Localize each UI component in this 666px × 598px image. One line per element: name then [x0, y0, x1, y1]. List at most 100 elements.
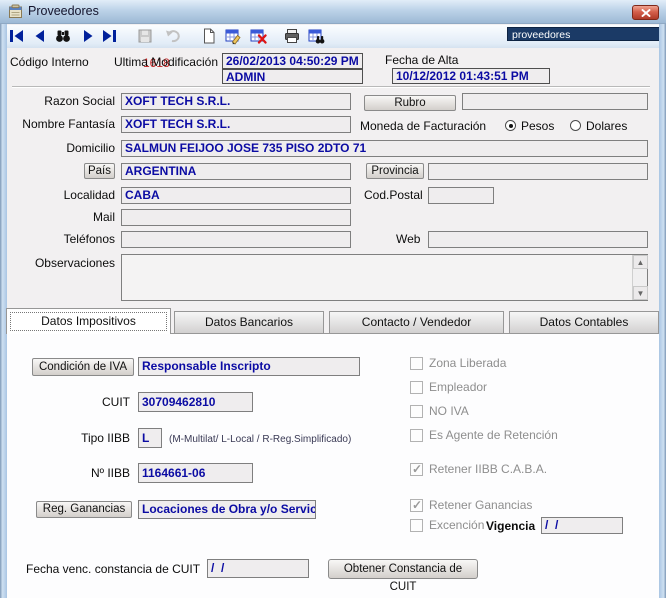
checkbox-label: Es Agente de Retención — [429, 428, 558, 442]
checkbox-agente-retencion[interactable]: Es Agente de Retención — [410, 428, 558, 442]
fecha-alta-value: 10/12/2012 01:43:51 PM — [392, 68, 550, 84]
scroll-down-icon[interactable]: ▼ — [633, 286, 648, 300]
vigencia-field[interactable]: / / — [541, 517, 623, 534]
ultima-modificacion-fecha: 26/02/2013 04:50:29 PM — [222, 53, 363, 69]
pais-field[interactable]: ARGENTINA — [121, 163, 351, 180]
tipo-iibb-label: Tipo IIBB — [20, 430, 130, 447]
checkbox-retener-ganancias[interactable]: Retener Ganancias — [410, 498, 532, 512]
checkbox-excencion[interactable]: Excención — [410, 518, 484, 532]
proveedores-window: Proveedores — [0, 0, 666, 598]
radio-pesos[interactable] — [505, 120, 516, 131]
web-field[interactable] — [428, 231, 648, 248]
nro-iibb-label: Nº IIBB — [20, 465, 130, 482]
scroll-up-icon[interactable]: ▲ — [633, 255, 648, 269]
checkbox-icon — [410, 381, 423, 394]
search-binoculars-icon[interactable] — [54, 27, 72, 45]
obtener-constancia-cuit-button[interactable]: Obtener Constancia de CUIT — [328, 559, 478, 579]
checkbox-no-iva[interactable]: NO IVA — [410, 404, 469, 418]
domicilio-label: Domicilio — [5, 140, 115, 157]
undo-icon-disabled[interactable] — [164, 27, 182, 45]
checkbox-label: Retener IIBB C.A.B.A. — [429, 462, 547, 476]
reg-ganancias-button[interactable]: Reg. Ganancias — [36, 501, 132, 518]
telefonos-field[interactable] — [121, 231, 351, 248]
moneda-label: Moneda de Facturación — [360, 118, 486, 135]
observaciones-label: Observaciones — [5, 255, 115, 272]
print-icon[interactable] — [283, 27, 301, 45]
tab-label: Datos Bancarios — [205, 315, 293, 329]
new-record-icon[interactable] — [200, 27, 218, 45]
fecha-alta-label: Fecha de Alta — [385, 52, 458, 69]
checkbox-icon — [410, 405, 423, 418]
checkbox-zona-liberada[interactable]: Zona Liberada — [410, 356, 506, 370]
domicilio-field[interactable]: SALMUN FEIJOO JOSE 735 PISO 2DTO 71 — [121, 140, 648, 157]
codigo-interno-label: Código Interno — [10, 54, 89, 71]
nro-iibb-field[interactable]: 1164661-06 — [138, 463, 253, 483]
checkbox-label: Excención — [429, 518, 484, 532]
cod-postal-field[interactable] — [428, 187, 494, 204]
ultima-modificacion-label: Ultima Modificación — [108, 54, 218, 71]
ultima-modificacion-usuario: ADMIN — [222, 69, 363, 84]
checkbox-label: Retener Ganancias — [429, 498, 532, 512]
title-bar[interactable]: Proveedores — [0, 0, 666, 24]
cuit-label: CUIT — [20, 394, 130, 411]
checkbox-icon — [410, 463, 423, 476]
nombre-fantasia-label: Nombre Fantasía — [5, 116, 115, 133]
telefonos-label: Teléfonos — [5, 231, 115, 248]
tab-focus-rect — [10, 312, 167, 331]
checkbox-label: NO IVA — [429, 404, 469, 418]
checkbox-empleador[interactable]: Empleador — [410, 380, 487, 394]
tab-label: Contacto / Vendedor — [362, 315, 471, 329]
radio-pesos-label: Pesos — [521, 118, 554, 135]
previous-record-icon[interactable] — [31, 27, 49, 45]
checkbox-icon — [410, 429, 423, 442]
cuit-field[interactable]: 30709462810 — [138, 392, 253, 412]
tab-datos-bancarios[interactable]: Datos Bancarios — [174, 311, 324, 333]
save-icon-disabled[interactable] — [136, 27, 154, 45]
fecha-venc-cuit-label: Fecha venc. constancia de CUIT — [26, 561, 200, 578]
checkbox-icon — [410, 357, 423, 370]
tipo-iibb-hint: (M-Multilat/ L-Local / R-Reg.Simplificad… — [169, 431, 351, 448]
find-record-icon[interactable] — [307, 27, 325, 45]
checkbox-retener-iibb-caba[interactable]: Retener IIBB C.A.B.A. — [410, 462, 547, 476]
mail-field[interactable] — [121, 209, 351, 226]
checkbox-icon — [410, 499, 423, 512]
radio-dolares[interactable] — [570, 120, 581, 131]
edit-record-icon[interactable] — [224, 27, 242, 45]
provincia-button[interactable]: Provincia — [366, 163, 424, 179]
form-window-icon — [8, 4, 23, 19]
pais-button[interactable]: País — [84, 163, 115, 179]
close-button[interactable] — [632, 5, 659, 20]
tipo-iibb-field[interactable]: L — [138, 428, 162, 448]
tab-datos-impositivos[interactable]: Datos Impositivos — [6, 308, 171, 334]
observaciones-scrollbar[interactable]: ▲ ▼ — [632, 255, 647, 300]
tab-contacto-vendedor[interactable]: Contacto / Vendedor — [329, 311, 504, 333]
window-title: Proveedores — [28, 4, 99, 18]
cod-postal-label: Cod.Postal — [364, 187, 423, 204]
razon-social-label: Razon Social — [5, 93, 115, 110]
reg-ganancias-field[interactable]: Locaciones de Obra y/o Servicio — [138, 500, 316, 519]
localidad-label: Localidad — [5, 187, 115, 204]
toolbar: proveedores — [0, 25, 666, 48]
checkbox-icon — [410, 519, 423, 532]
close-icon — [641, 9, 651, 17]
checkbox-label: Zona Liberada — [429, 356, 506, 370]
razon-social-field[interactable]: XOFT TECH S.R.L. — [121, 93, 351, 110]
provincia-field[interactable] — [428, 163, 648, 180]
rubro-field[interactable] — [462, 93, 648, 110]
localidad-field[interactable]: CABA — [121, 187, 351, 204]
observaciones-textarea[interactable]: ▲ ▼ — [121, 254, 648, 301]
delete-record-icon[interactable] — [249, 27, 267, 45]
first-record-icon[interactable] — [8, 27, 26, 45]
vigencia-label: Vigencia — [486, 518, 535, 535]
record-name-badge: proveedores — [507, 27, 666, 41]
condicion-iva-field[interactable]: Responsable Inscripto — [138, 357, 360, 376]
rubro-button[interactable]: Rubro — [364, 95, 456, 111]
condicion-iva-button[interactable]: Condición de IVA — [32, 358, 134, 376]
tab-datos-contables[interactable]: Datos Contables — [509, 311, 659, 333]
next-record-icon[interactable] — [79, 27, 97, 45]
fecha-venc-cuit-field[interactable]: / / — [207, 559, 309, 578]
nombre-fantasia-field[interactable]: XOFT TECH S.R.L. — [121, 116, 351, 133]
last-record-icon[interactable] — [100, 27, 118, 45]
web-label: Web — [396, 231, 420, 248]
header-separator — [12, 86, 650, 88]
